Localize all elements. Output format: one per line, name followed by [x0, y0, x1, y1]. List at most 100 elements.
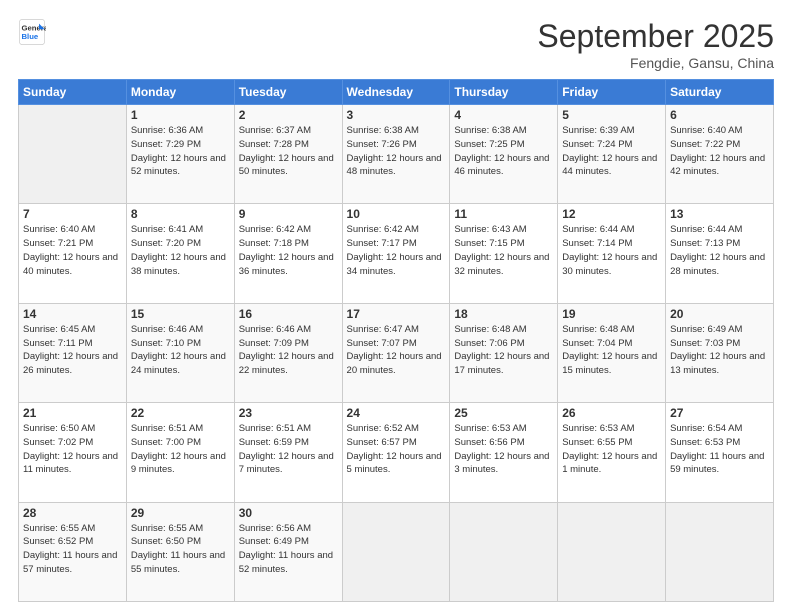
day-number: 21 — [23, 406, 122, 420]
cell-content: Sunrise: 6:54 AM Sunset: 6:53 PM Dayligh… — [670, 422, 769, 477]
day-header-saturday: Saturday — [666, 80, 774, 105]
calendar-cell: 21 Sunrise: 6:50 AM Sunset: 7:02 PM Dayli… — [19, 403, 127, 502]
day-number: 5 — [562, 108, 661, 122]
cell-content: Sunrise: 6:48 AM Sunset: 7:04 PM Dayligh… — [562, 323, 661, 378]
week-row-4: 28Sunrise: 6:55 AM Sunset: 6:52 PM Dayli… — [19, 502, 774, 601]
day-header-monday: Monday — [126, 80, 234, 105]
calendar-cell: 2Sunrise: 6:37 AM Sunset: 7:28 PM Daylig… — [234, 105, 342, 204]
day-number: 30 — [239, 506, 338, 520]
day-number: 12 — [562, 207, 661, 221]
cell-content: Sunrise: 6:43 AM Sunset: 7:15 PM Dayligh… — [454, 223, 553, 278]
day-number: 26 — [562, 406, 661, 420]
calendar-cell: 4 Sunrise: 6:38 AM Sunset: 7:25 PM Daylig… — [450, 105, 558, 204]
day-header-row: SundayMondayTuesdayWednesdayThursdayFrid… — [19, 80, 774, 105]
calendar-cell — [342, 502, 450, 601]
week-row-2: 14 Sunrise: 6:45 AM Sunset: 7:11 PM Dayli… — [19, 303, 774, 402]
calendar-cell — [450, 502, 558, 601]
cell-content: Sunrise: 6:45 AM Sunset: 7:11 PM Dayligh… — [23, 323, 122, 378]
calendar-cell: 26 Sunrise: 6:53 AM Sunset: 6:55 PM Dayli… — [558, 403, 666, 502]
calendar-cell: 22 Sunrise: 6:51 AM Sunset: 7:00 PM Dayli… — [126, 403, 234, 502]
day-number: 24 — [347, 406, 446, 420]
calendar-cell: 18Sunrise: 6:48 AM Sunset: 7:06 PM Dayli… — [450, 303, 558, 402]
day-number: 2 — [239, 108, 338, 122]
day-number: 4 — [454, 108, 553, 122]
calendar-cell: 27 Sunrise: 6:54 AM Sunset: 6:53 PM Dayli… — [666, 403, 774, 502]
day-number: 10 — [347, 207, 446, 221]
calendar-cell: 17 Sunrise: 6:47 AM Sunset: 7:07 PM Dayli… — [342, 303, 450, 402]
calendar-cell: 11 Sunrise: 6:43 AM Sunset: 7:15 PM Dayli… — [450, 204, 558, 303]
cell-content: Sunrise: 6:38 AM Sunset: 7:26 PM Dayligh… — [347, 124, 446, 179]
day-number: 15 — [131, 307, 230, 321]
day-header-tuesday: Tuesday — [234, 80, 342, 105]
cell-content: Sunrise: 6:51 AM Sunset: 7:00 PM Dayligh… — [131, 422, 230, 477]
calendar-cell: 13 Sunrise: 6:44 AM Sunset: 7:13 PM Dayli… — [666, 204, 774, 303]
calendar-cell — [558, 502, 666, 601]
page: General Blue September 2025 Fengdie, Gan… — [0, 0, 792, 612]
cell-content: Sunrise: 6:38 AM Sunset: 7:25 PM Dayligh… — [454, 124, 553, 179]
day-header-sunday: Sunday — [19, 80, 127, 105]
day-number: 19 — [562, 307, 661, 321]
calendar-cell: 6Sunrise: 6:40 AM Sunset: 7:22 PM Daylig… — [666, 105, 774, 204]
day-number: 22 — [131, 406, 230, 420]
cell-content: Sunrise: 6:40 AM Sunset: 7:22 PM Dayligh… — [670, 124, 769, 179]
day-number: 27 — [670, 406, 769, 420]
calendar-body: 1 Sunrise: 6:36 AM Sunset: 7:29 PM Daylig… — [19, 105, 774, 602]
month-title: September 2025 — [537, 18, 774, 55]
logo-icon: General Blue — [18, 18, 46, 46]
day-number: 16 — [239, 307, 338, 321]
day-number: 13 — [670, 207, 769, 221]
week-row-3: 21 Sunrise: 6:50 AM Sunset: 7:02 PM Dayli… — [19, 403, 774, 502]
title-block: September 2025 Fengdie, Gansu, China — [537, 18, 774, 71]
calendar-cell — [666, 502, 774, 601]
calendar-cell: 14 Sunrise: 6:45 AM Sunset: 7:11 PM Dayli… — [19, 303, 127, 402]
cell-content: Sunrise: 6:40 AM Sunset: 7:21 PM Dayligh… — [23, 223, 122, 278]
calendar-cell: 29Sunrise: 6:55 AM Sunset: 6:50 PM Dayli… — [126, 502, 234, 601]
cell-content: Sunrise: 6:42 AM Sunset: 7:18 PM Dayligh… — [239, 223, 338, 278]
cell-content: Sunrise: 6:46 AM Sunset: 7:09 PM Dayligh… — [239, 323, 338, 378]
cell-content: Sunrise: 6:47 AM Sunset: 7:07 PM Dayligh… — [347, 323, 446, 378]
calendar-cell: 3 Sunrise: 6:38 AM Sunset: 7:26 PM Daylig… — [342, 105, 450, 204]
day-number: 23 — [239, 406, 338, 420]
calendar-table: SundayMondayTuesdayWednesdayThursdayFrid… — [18, 79, 774, 602]
calendar-cell — [19, 105, 127, 204]
day-number: 8 — [131, 207, 230, 221]
cell-content: Sunrise: 6:48 AM Sunset: 7:06 PM Dayligh… — [454, 323, 553, 378]
calendar-cell: 5 Sunrise: 6:39 AM Sunset: 7:24 PM Daylig… — [558, 105, 666, 204]
calendar-cell: 23 Sunrise: 6:51 AM Sunset: 6:59 PM Dayli… — [234, 403, 342, 502]
day-number: 11 — [454, 207, 553, 221]
calendar-cell: 20Sunrise: 6:49 AM Sunset: 7:03 PM Dayli… — [666, 303, 774, 402]
day-header-thursday: Thursday — [450, 80, 558, 105]
calendar-cell: 9Sunrise: 6:42 AM Sunset: 7:18 PM Daylig… — [234, 204, 342, 303]
calendar-cell: 15Sunrise: 6:46 AM Sunset: 7:10 PM Dayli… — [126, 303, 234, 402]
week-row-1: 7Sunrise: 6:40 AM Sunset: 7:21 PM Daylig… — [19, 204, 774, 303]
calendar-cell: 1 Sunrise: 6:36 AM Sunset: 7:29 PM Daylig… — [126, 105, 234, 204]
day-number: 17 — [347, 307, 446, 321]
day-number: 3 — [347, 108, 446, 122]
calendar-cell: 12 Sunrise: 6:44 AM Sunset: 7:14 PM Dayli… — [558, 204, 666, 303]
location-subtitle: Fengdie, Gansu, China — [537, 55, 774, 71]
cell-content: Sunrise: 6:41 AM Sunset: 7:20 PM Dayligh… — [131, 223, 230, 278]
cell-content: Sunrise: 6:42 AM Sunset: 7:17 PM Dayligh… — [347, 223, 446, 278]
cell-content: Sunrise: 6:51 AM Sunset: 6:59 PM Dayligh… — [239, 422, 338, 477]
calendar-cell: 10 Sunrise: 6:42 AM Sunset: 7:17 PM Dayli… — [342, 204, 450, 303]
calendar-cell: 25Sunrise: 6:53 AM Sunset: 6:56 PM Dayli… — [450, 403, 558, 502]
day-number: 14 — [23, 307, 122, 321]
day-number: 29 — [131, 506, 230, 520]
calendar-cell: 7Sunrise: 6:40 AM Sunset: 7:21 PM Daylig… — [19, 204, 127, 303]
cell-content: Sunrise: 6:36 AM Sunset: 7:29 PM Dayligh… — [131, 124, 230, 179]
cell-content: Sunrise: 6:53 AM Sunset: 6:55 PM Dayligh… — [562, 422, 661, 477]
cell-content: Sunrise: 6:52 AM Sunset: 6:57 PM Dayligh… — [347, 422, 446, 477]
cell-content: Sunrise: 6:50 AM Sunset: 7:02 PM Dayligh… — [23, 422, 122, 477]
header: General Blue September 2025 Fengdie, Gan… — [18, 18, 774, 71]
cell-content: Sunrise: 6:56 AM Sunset: 6:49 PM Dayligh… — [239, 522, 338, 577]
svg-text:Blue: Blue — [22, 32, 39, 41]
calendar-cell: 28Sunrise: 6:55 AM Sunset: 6:52 PM Dayli… — [19, 502, 127, 601]
cell-content: Sunrise: 6:44 AM Sunset: 7:14 PM Dayligh… — [562, 223, 661, 278]
week-row-0: 1 Sunrise: 6:36 AM Sunset: 7:29 PM Daylig… — [19, 105, 774, 204]
day-header-wednesday: Wednesday — [342, 80, 450, 105]
cell-content: Sunrise: 6:44 AM Sunset: 7:13 PM Dayligh… — [670, 223, 769, 278]
day-header-friday: Friday — [558, 80, 666, 105]
day-number: 1 — [131, 108, 230, 122]
cell-content: Sunrise: 6:39 AM Sunset: 7:24 PM Dayligh… — [562, 124, 661, 179]
logo: General Blue — [18, 18, 48, 46]
